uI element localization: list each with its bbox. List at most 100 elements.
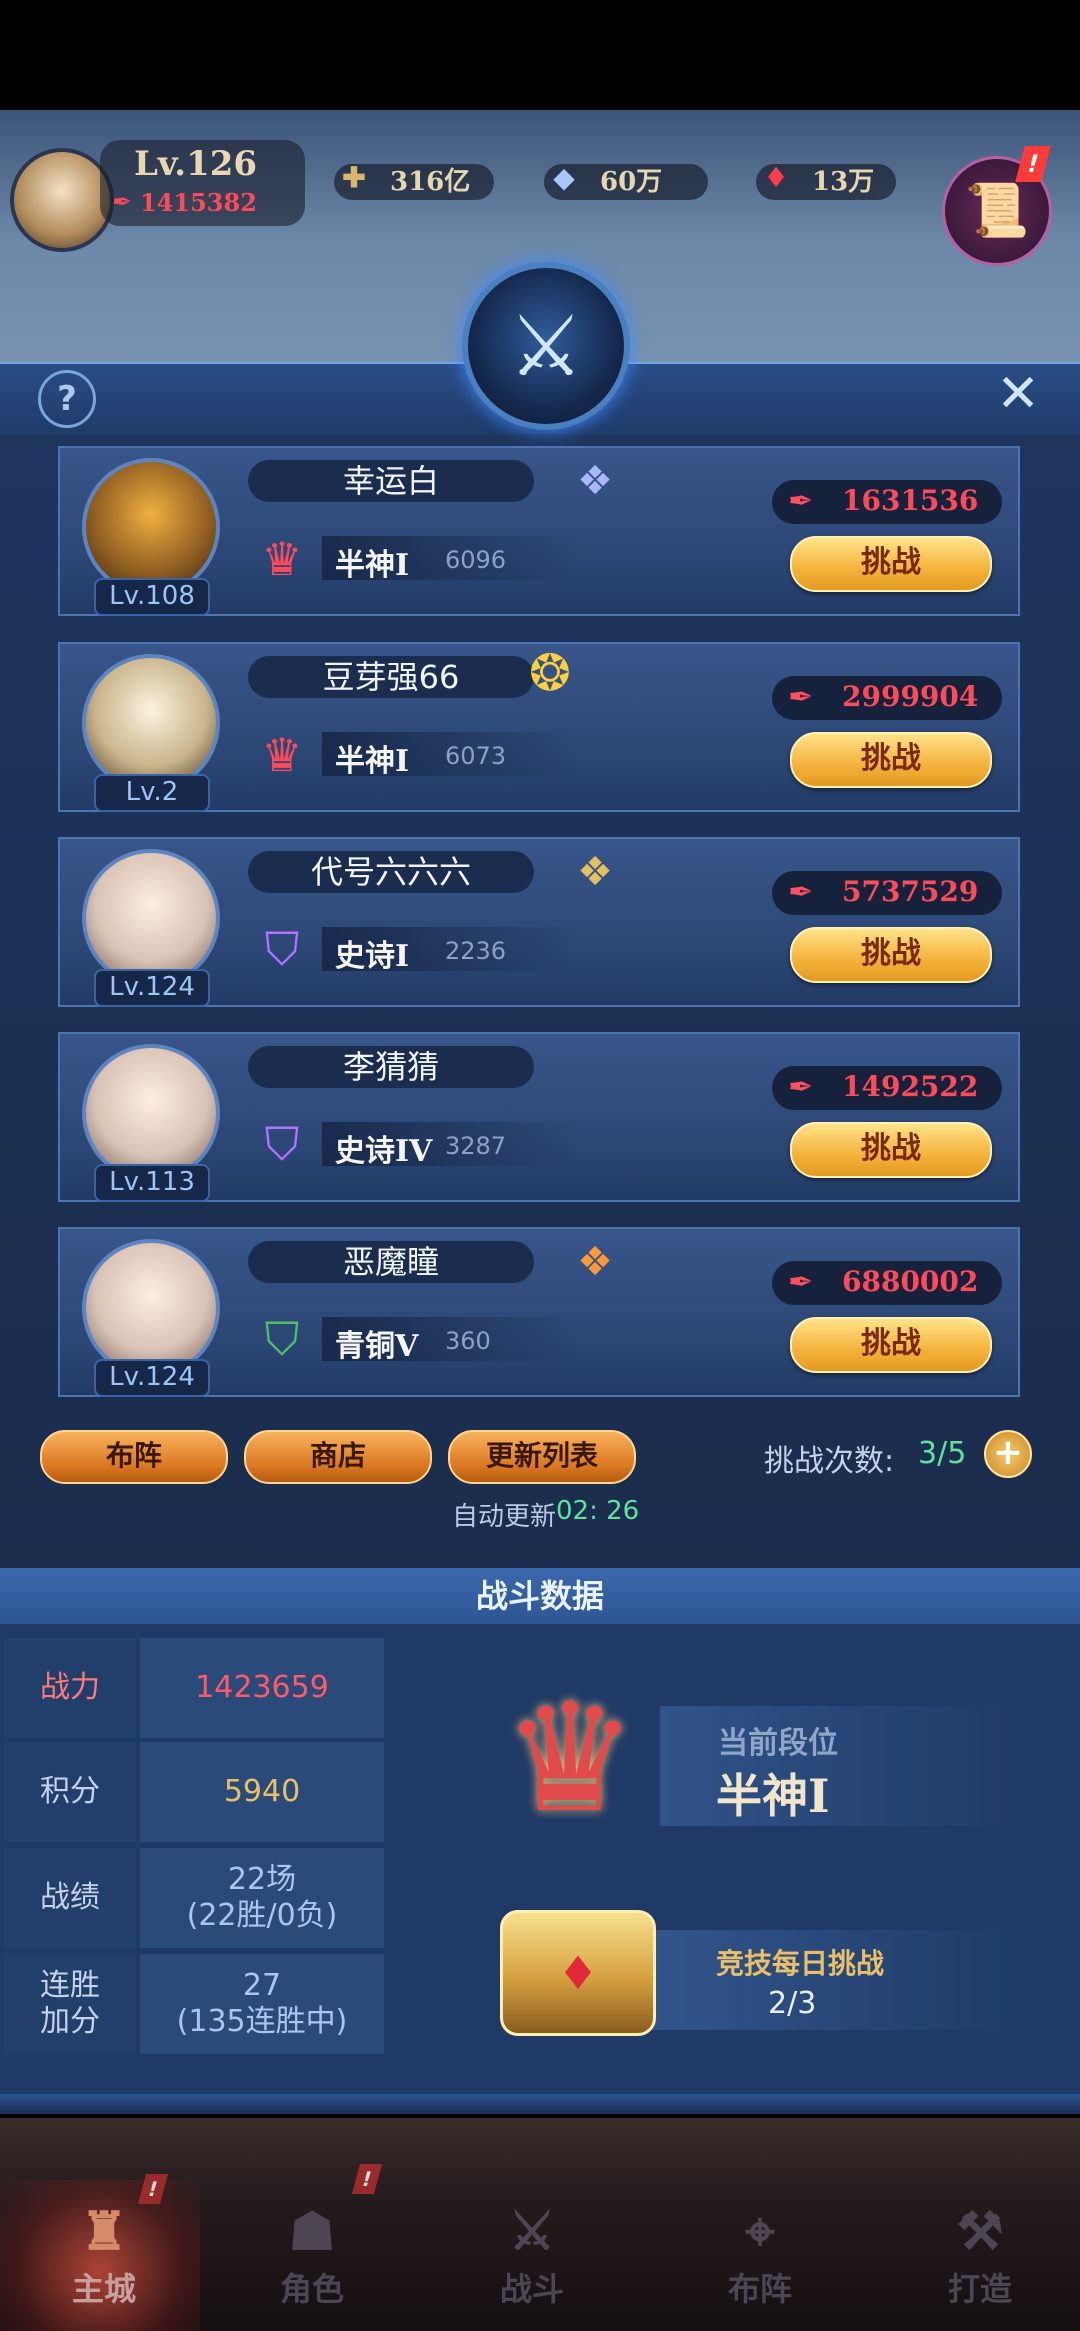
nav-main-city[interactable]: ♜ 主城 xyxy=(34,2200,174,2310)
crossed-swords-icon: ⚔ xyxy=(462,262,630,430)
bronze-rank-icon: ⛉ xyxy=(264,1312,300,1366)
gold-currency[interactable]: ✚ 316亿 xyxy=(334,161,494,200)
epic-rank-icon: ⛉ xyxy=(264,1117,300,1171)
challenge-button[interactable]: 挑战 xyxy=(790,536,992,592)
pen-icon: ✒ xyxy=(788,1265,814,1300)
player-avatar[interactable] xyxy=(10,148,114,252)
challenger-avatar[interactable] xyxy=(82,1239,220,1377)
stat-value: 22场 (22胜/0负) xyxy=(140,1848,384,1948)
rank-badge-icon: ❖ xyxy=(577,1239,613,1285)
challenger-power-bar: ✒ 6880002 xyxy=(772,1261,1002,1305)
challenger-card: Lv.108 幸运白 ❖ ♛ 半神I 6096 ✒ 1631536 挑战 xyxy=(58,446,1020,616)
auto-refresh-label: 自动更新 xyxy=(452,1502,557,1532)
stat-row-points: 积分 5940 xyxy=(4,1742,384,1842)
challenger-score: 6096 xyxy=(445,546,507,574)
helmet-icon: ☗ xyxy=(288,2201,336,2262)
nav-label: 主城 xyxy=(71,2270,136,2308)
challenger-name: 幸运白 xyxy=(248,460,534,502)
challenger-rank: 半神I xyxy=(335,744,410,779)
attempts-value: 3/5 xyxy=(918,1436,967,1471)
add-attempts-icon[interactable]: + xyxy=(984,1430,1032,1478)
gold-icon: ✚ xyxy=(342,161,366,194)
treasure-chest-icon[interactable]: ♦ xyxy=(500,1910,656,2036)
player-power: 1415382 xyxy=(140,188,257,217)
close-icon[interactable]: ✕ xyxy=(990,366,1046,422)
ruby-icon: ♦ xyxy=(763,161,789,194)
challenger-power-bar: ✒ 1631536 xyxy=(772,480,1002,524)
challenger-avatar[interactable] xyxy=(82,458,220,596)
demigod-rank-icon: ♛ xyxy=(261,532,303,586)
diamond-icon: ◆ xyxy=(553,161,575,194)
stat-row-record: 战绩 22场 (22胜/0负) xyxy=(4,1848,384,1948)
nav-forge[interactable]: ⚒ 打造 xyxy=(910,2200,1050,2310)
challenger-card: Lv.124 代号六六六 ❖ ⛉ 史诗I 2236 ✒ 5737529 挑战 xyxy=(58,837,1020,1007)
nav-label: 布阵 xyxy=(727,2270,792,2308)
demigod-emblem-icon: ♛ xyxy=(502,1672,638,1846)
challenge-button[interactable]: 挑战 xyxy=(790,927,992,983)
challenge-button[interactable]: 挑战 xyxy=(790,732,992,788)
diamond-currency[interactable]: ◆ 60万 xyxy=(544,161,708,200)
formation-button[interactable]: 布阵 xyxy=(40,1430,228,1484)
challenge-button[interactable]: 挑战 xyxy=(790,1122,992,1178)
stat-value-main: 22场 xyxy=(227,1862,297,1897)
challenge-button[interactable]: 挑战 xyxy=(790,1317,992,1373)
current-rank-label: 当前段位 xyxy=(718,1726,838,1761)
challenger-level: Lv.124 xyxy=(94,969,210,1007)
stat-value: 27 (135连胜中) xyxy=(140,1954,384,2054)
stat-value: 1423659 xyxy=(140,1638,384,1738)
stat-value-sub: (135连胜中) xyxy=(176,2004,348,2039)
scroll-icon: 📜 xyxy=(964,181,1030,241)
challenger-power-bar: ✒ 1492522 xyxy=(772,1066,1002,1110)
current-rank-bar xyxy=(660,1706,1020,1826)
challenger-power-bar: ✒ 5737529 xyxy=(772,871,1002,915)
challenger-score: 3287 xyxy=(445,1132,507,1160)
help-icon[interactable]: ? xyxy=(38,370,96,428)
challenger-name: 代号六六六 xyxy=(248,851,534,893)
challenger-name: 恶魔瞳 xyxy=(248,1241,534,1283)
pen-icon: ✒ xyxy=(788,1070,814,1105)
demigod-rank-icon: ♛ xyxy=(261,728,303,782)
shop-button[interactable]: 商店 xyxy=(244,1430,432,1484)
challenger-avatar[interactable] xyxy=(82,849,220,987)
epic-rank-icon: ⛉ xyxy=(264,922,300,976)
pen-icon: ✒ xyxy=(788,484,814,519)
challenger-power: 6880002 xyxy=(842,1265,979,1298)
rank-badge-icon: ❖ xyxy=(577,458,613,504)
player-level: Lv.126 xyxy=(134,144,258,184)
nav-battle[interactable]: ⚔ 战斗 xyxy=(462,2200,602,2310)
nav-label: 战斗 xyxy=(499,2270,564,2308)
challenger-name: 李猜猜 xyxy=(248,1046,534,1088)
challenger-level: Lv.113 xyxy=(94,1164,210,1202)
nav-character[interactable]: ☗ 角色 xyxy=(242,2200,382,2310)
stat-key: 连胜加分 xyxy=(4,1954,136,2054)
rank-badge-icon: ❖ xyxy=(577,849,613,895)
castle-icon: ♜ xyxy=(80,2201,128,2262)
challenger-card: Lv.113 李猜猜 ⛉ 史诗IV 3287 ✒ 1492522 挑战 xyxy=(58,1032,1020,1202)
nav-formation[interactable]: ⌖ 布阵 xyxy=(690,2200,830,2310)
challenger-power: 1631536 xyxy=(842,484,979,517)
challenger-score: 6073 xyxy=(445,742,507,770)
anvil-icon: ⚒ xyxy=(956,2201,1004,2262)
current-rank-value: 半神I xyxy=(716,1769,830,1823)
stat-key: 积分 xyxy=(4,1742,136,1842)
challenger-avatar[interactable] xyxy=(82,1044,220,1182)
challenger-power: 5737529 xyxy=(842,875,979,908)
challenger-rank: 史诗I xyxy=(335,939,410,974)
gold-amount: 316亿 xyxy=(390,167,471,197)
refresh-list-button[interactable]: 更新列表 xyxy=(448,1430,636,1484)
crossed-swords-icon: ⚔ xyxy=(508,2201,556,2262)
daily-challenge-value: 2/3 xyxy=(768,1986,817,2021)
stat-value: 5940 xyxy=(140,1742,384,1842)
daily-challenge-label: 竞技每日挑战 xyxy=(716,1947,885,1980)
challenger-level: Lv.108 xyxy=(94,578,210,616)
stat-value-main: 1423659 xyxy=(195,1670,329,1705)
challenger-power-bar: ✒ 2999904 xyxy=(772,676,1002,720)
challenger-rank: 史诗IV xyxy=(335,1134,433,1169)
diamond-amount: 60万 xyxy=(600,167,663,197)
ruby-currency[interactable]: ♦ 13万 xyxy=(756,161,896,200)
panel-bottom-edge xyxy=(0,2094,1080,2114)
stat-value-sub: (22胜/0负) xyxy=(186,1898,338,1933)
challenger-avatar[interactable] xyxy=(82,654,220,792)
nav-label: 角色 xyxy=(279,2270,344,2308)
stat-value-main: 27 xyxy=(242,1968,282,2003)
